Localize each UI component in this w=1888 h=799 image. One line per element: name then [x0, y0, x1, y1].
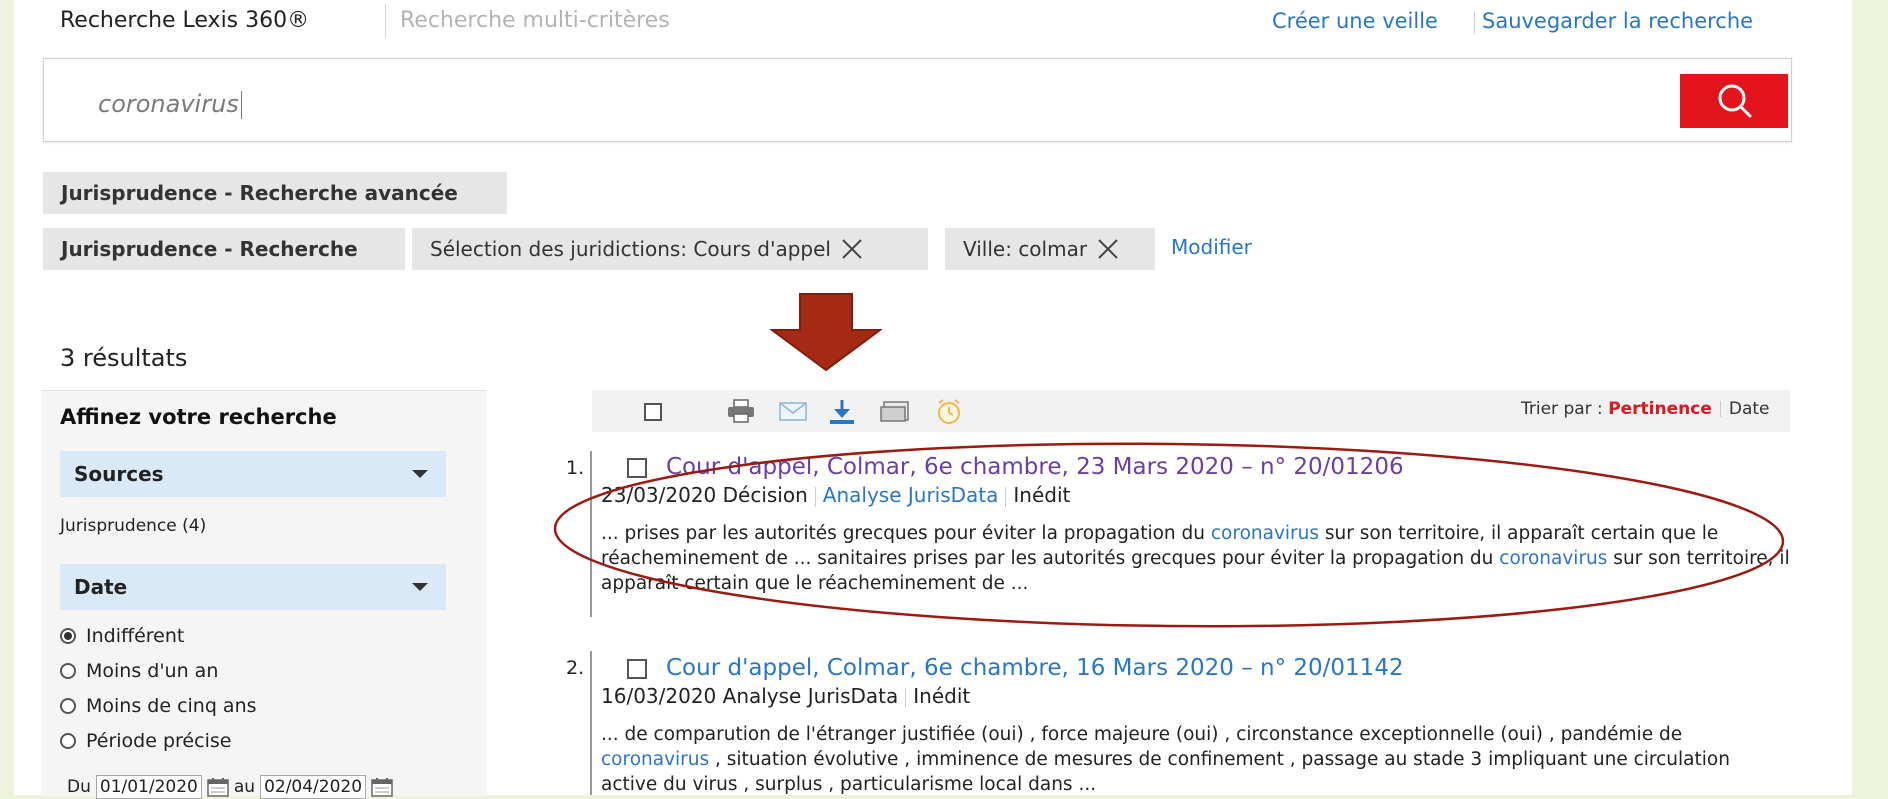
date-from-input[interactable]: 01/01/2020 — [95, 775, 202, 799]
result-checkbox[interactable] — [627, 659, 647, 679]
keyword-highlight: coronavirus — [601, 749, 710, 770]
date-to-label: au — [233, 777, 256, 797]
caret-down-icon — [412, 470, 428, 478]
folder-icon[interactable] — [880, 399, 912, 423]
page: Recherche Lexis 360® Recherche multi-cri… — [14, 0, 1852, 799]
radio-label: Moins d'un an — [86, 660, 219, 682]
facet-sources-toggle[interactable]: Sources — [60, 451, 446, 497]
search-icon — [1718, 84, 1752, 118]
radio-label: Moins de cinq ans — [86, 695, 257, 717]
refine-title: Affinez votre recherche — [60, 405, 337, 429]
result-title-link[interactable]: Cour d'appel, Colmar, 6e chambre, 16 Mar… — [666, 655, 1404, 681]
radio-button[interactable] — [60, 733, 76, 749]
highlight-ellipse — [553, 442, 1785, 628]
result-date-type: 16/03/2020 Analyse JurisData — [601, 684, 899, 708]
chip-search: Jurisprudence - Recherche — [43, 228, 405, 270]
down-arrow — [770, 293, 882, 372]
print-icon[interactable] — [726, 399, 756, 423]
sort-date[interactable]: Date — [1729, 399, 1770, 419]
search-query: coronavirus — [98, 90, 239, 118]
chip-city-filter: Ville: colmar — [945, 228, 1155, 270]
date-from-label: Du — [67, 777, 91, 797]
radio-any-date[interactable]: Indifférent — [60, 625, 184, 647]
chip-jurisdiction-filter: Sélection des juridictions: Cours d'appe… — [412, 228, 928, 270]
create-watch-link[interactable]: Créer une veille — [1272, 9, 1438, 33]
result-status: Inédit — [913, 684, 971, 708]
tab-multi-criteria[interactable]: Recherche multi-critères — [400, 8, 670, 33]
facet-item-jurisprudence[interactable]: Jurisprudence (4) — [60, 516, 206, 536]
radio-label: Indifférent — [86, 625, 185, 647]
chip-jurisdiction-label: Sélection des juridictions: Cours d'appe… — [430, 237, 831, 261]
result-snippet: ... de comparution de l'étranger justifi… — [601, 722, 1791, 797]
tab-lexis-search[interactable]: Recherche Lexis 360® — [60, 8, 309, 33]
facet-date-label: Date — [74, 575, 128, 599]
radio-button[interactable] — [60, 628, 76, 644]
snippet-text: ... de comparution de l'étranger justifi… — [601, 724, 1683, 745]
date-range: Du 01/01/2020 au 02/04/2020 — [67, 775, 393, 799]
result-meta: 16/03/2020 Analyse JurisData Inédit — [601, 684, 970, 708]
sort-relevance[interactable]: Pertinence — [1608, 399, 1712, 419]
results-count: 3 résultats — [60, 344, 188, 372]
radio-label: Période précise — [86, 730, 232, 752]
calendar-icon[interactable] — [371, 777, 393, 797]
mail-icon[interactable] — [778, 399, 808, 423]
sort-prefix: Trier par : — [1521, 399, 1603, 419]
modify-filters-link[interactable]: Modifier — [1171, 235, 1252, 259]
download-icon[interactable] — [828, 399, 856, 425]
radio-last-year[interactable]: Moins d'un an — [60, 660, 218, 682]
radio-specific-period[interactable]: Période précise — [60, 730, 231, 752]
result-number: 2. — [566, 657, 585, 679]
facet-date-toggle[interactable]: Date — [60, 564, 446, 610]
results-toolbar: Trier par : Pertinence Date — [592, 390, 1790, 432]
search-button[interactable] — [1680, 74, 1788, 128]
text-caret — [240, 91, 242, 119]
tab-divider — [385, 4, 386, 38]
radio-button[interactable] — [60, 698, 76, 714]
caret-down-icon — [412, 583, 428, 591]
sort-divider — [1719, 401, 1721, 417]
close-icon[interactable] — [1097, 238, 1119, 260]
link-divider — [1474, 12, 1475, 34]
calendar-icon[interactable] — [207, 777, 229, 797]
select-all-checkbox[interactable] — [644, 403, 662, 421]
radio-button[interactable] — [60, 663, 76, 679]
meta-divider — [905, 687, 907, 708]
alarm-icon[interactable] — [934, 399, 964, 425]
result-bar — [590, 651, 592, 795]
search-input[interactable]: coronavirus — [98, 90, 242, 119]
date-to-input[interactable]: 02/04/2020 — [260, 775, 367, 799]
chip-city-label: Ville: colmar — [963, 237, 1088, 261]
facet-sources-label: Sources — [74, 462, 164, 486]
close-icon[interactable] — [841, 238, 863, 260]
sort-controls: Trier par : Pertinence Date — [1521, 399, 1770, 419]
chip-advanced-search: Jurisprudence - Recherche avancée — [43, 172, 507, 214]
radio-last-five-years[interactable]: Moins de cinq ans — [60, 695, 257, 717]
snippet-text: , situation évolutive , imminence de mes… — [601, 749, 1730, 795]
save-search-link[interactable]: Sauvegarder la recherche — [1482, 9, 1753, 33]
search-field[interactable]: coronavirus — [43, 58, 1792, 142]
